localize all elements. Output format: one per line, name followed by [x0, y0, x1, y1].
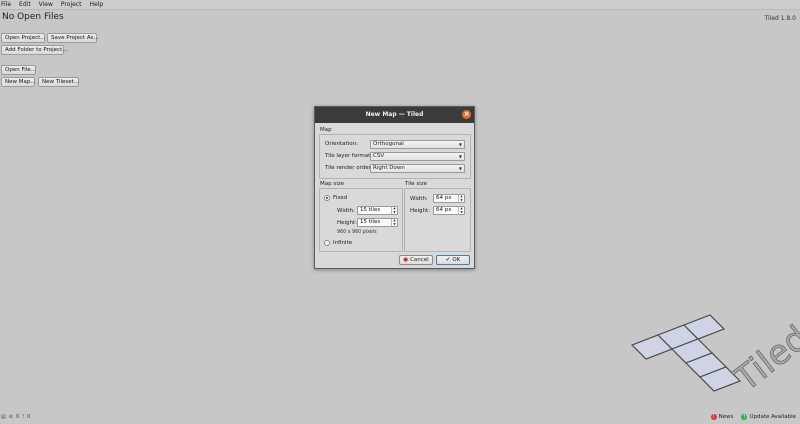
news-label: News	[718, 414, 734, 420]
tiled-logo: Tiled	[630, 314, 800, 400]
close-icon[interactable]: ×	[462, 110, 471, 119]
error-count: 0	[15, 414, 20, 420]
status-right: ! News ↑ Update Available	[703, 414, 796, 420]
fixed-label: Fixed	[333, 195, 348, 201]
ok-label: OK	[452, 257, 461, 263]
chevron-down-icon: ▼	[458, 166, 462, 171]
warning-count: 0	[27, 414, 31, 420]
tile-width-stepper[interactable]: 64 px ▲ ▼	[433, 194, 465, 203]
height-label: Height:	[337, 220, 358, 226]
menu-edit[interactable]: Edit	[15, 0, 35, 10]
tile-height-label: Height:	[410, 208, 431, 214]
new-tileset-button[interactable]: New Tileset...	[38, 77, 79, 87]
infinite-radio[interactable]	[324, 240, 330, 246]
version-label: Tiled 1.8.0	[764, 15, 797, 22]
dialog-title: New Map — Tiled	[365, 111, 424, 118]
width-value: 15 tiles	[360, 207, 381, 213]
tile-width-label: Width:	[410, 196, 428, 202]
layer-format-value: CSV	[373, 153, 385, 159]
page-title: No Open Files	[2, 12, 64, 22]
status-left: ▤ ⊘ 0 ! 0	[1, 414, 33, 420]
logo-text: Tiled	[727, 318, 800, 400]
dialog-titlebar[interactable]: New Map — Tiled ×	[315, 107, 474, 123]
width-stepper[interactable]: 15 tiles ▲ ▼	[357, 206, 398, 215]
status-bar: ▤ ⊘ 0 ! 0 ! News ↑ Update Available	[0, 412, 800, 424]
render-order-label: Tile render order:	[325, 165, 373, 171]
chevron-down-icon: ▼	[458, 154, 462, 159]
news-link[interactable]: ! News	[710, 414, 734, 420]
orientation-select[interactable]: Orthogonal ▼	[370, 140, 465, 149]
error-icon[interactable]: ⊘	[9, 414, 13, 420]
menu-help[interactable]: Help	[85, 0, 107, 10]
open-file-button[interactable]: Open File...	[1, 65, 36, 75]
menu-view[interactable]: View	[35, 0, 57, 10]
new-map-dialog: New Map — Tiled × Map Orientation: Ortho…	[314, 106, 475, 269]
news-icon: !	[710, 414, 717, 420]
new-map-button[interactable]: New Map...	[1, 77, 36, 87]
pixel-size-label: 960 x 960 pixels	[337, 230, 377, 235]
map-size-group-label: Map size	[320, 181, 345, 187]
spin-arrows-icon[interactable]: ▲ ▼	[458, 206, 464, 214]
tile-height-stepper[interactable]: 64 px ▲ ▼	[433, 206, 465, 215]
cancel-button[interactable]: ● Cancel	[399, 255, 433, 265]
render-order-value: Right Down	[373, 165, 405, 171]
layer-format-select[interactable]: CSV ▼	[370, 152, 465, 161]
tile-height-value: 64 px	[436, 207, 452, 213]
spin-arrows-icon[interactable]: ▲ ▼	[391, 218, 397, 226]
fixed-radio[interactable]	[324, 195, 330, 201]
add-folder-button[interactable]: Add Folder to Project...	[1, 45, 67, 55]
width-label: Width:	[337, 208, 355, 214]
menu-file[interactable]: File	[0, 0, 15, 10]
height-value: 15 tiles	[360, 219, 381, 225]
render-order-select[interactable]: Right Down ▼	[370, 164, 465, 173]
height-stepper[interactable]: 15 tiles ▲ ▼	[357, 218, 398, 227]
warning-icon[interactable]: !	[22, 414, 24, 420]
orientation-value: Orthogonal	[373, 141, 404, 147]
orientation-label: Orientation:	[325, 141, 358, 147]
tile-width-value: 64 px	[436, 195, 452, 201]
menu-bar: File Edit View Project Help	[0, 0, 800, 10]
ok-button[interactable]: ✔ OK	[436, 255, 470, 265]
layer-format-label: Tile layer format:	[325, 153, 373, 159]
menu-project[interactable]: Project	[57, 0, 86, 10]
update-icon: ↑	[741, 414, 748, 420]
spin-arrows-icon[interactable]: ▲ ▼	[391, 206, 397, 214]
map-group-label: Map	[320, 127, 332, 133]
update-label: Update Available	[749, 414, 796, 420]
cancel-label: Cancel	[410, 257, 429, 263]
infinite-label: Infinite	[333, 240, 353, 246]
cancel-icon: ●	[403, 257, 409, 263]
save-project-as-button[interactable]: Save Project As...	[47, 33, 99, 43]
update-link[interactable]: ↑ Update Available	[741, 414, 796, 420]
terminal-icon[interactable]: ▤	[1, 414, 6, 420]
open-project-button[interactable]: Open Project...	[1, 33, 46, 43]
tile-size-group-label: Tile size	[405, 181, 428, 187]
spin-arrows-icon[interactable]: ▲ ▼	[458, 194, 464, 202]
chevron-down-icon: ▼	[458, 142, 462, 147]
check-icon: ✔	[445, 257, 451, 263]
